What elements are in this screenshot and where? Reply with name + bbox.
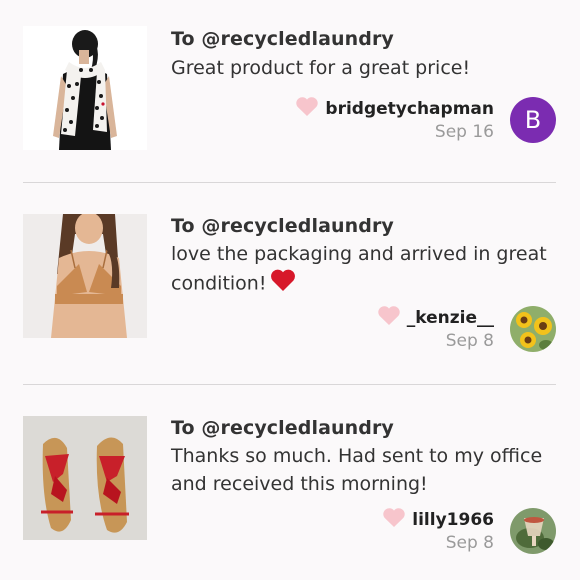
scarf-photo-icon	[23, 26, 147, 150]
divider	[23, 384, 556, 385]
sandals-thumbnail[interactable]	[23, 416, 147, 540]
sunflower-avatar-icon[interactable]	[510, 306, 556, 352]
review-text: love the packaging and arrived in great …	[171, 243, 547, 295]
review-text: Thanks so much. Had sent to my office an…	[171, 445, 543, 495]
review-date: Sep 8	[445, 331, 494, 351]
review-author: _kenzie__	[377, 305, 494, 330]
sandals-photo-icon	[23, 416, 147, 540]
review-list: To @recycledlaundry Great product for a …	[0, 0, 580, 580]
review-author: lilly1966	[382, 507, 494, 532]
bralette-thumbnail[interactable]	[23, 214, 147, 338]
heart-icon[interactable]	[295, 96, 319, 121]
review-date: Sep 8	[445, 533, 494, 553]
username-link[interactable]: lilly1966	[412, 510, 494, 530]
username-link[interactable]: bridgetychapman	[325, 99, 494, 119]
red-heart-emoji-icon	[270, 268, 296, 300]
drink-avatar-icon[interactable]	[510, 508, 556, 554]
review-date: Sep 16	[434, 122, 494, 142]
bralette-photo-icon	[23, 214, 147, 338]
recipient-heading: To @recycledlaundry	[171, 215, 394, 237]
username-link[interactable]: _kenzie__	[407, 308, 494, 328]
heart-icon[interactable]	[382, 507, 406, 532]
divider	[23, 182, 556, 183]
scarf-thumbnail[interactable]	[23, 26, 147, 150]
avatar[interactable]: B	[510, 97, 556, 143]
review-text: Great product for a great price!	[171, 57, 471, 79]
review-message: Great product for a great price!	[171, 54, 556, 82]
review-message: Thanks so much. Had sent to my office an…	[171, 442, 556, 498]
recipient-heading: To @recycledlaundry	[171, 28, 394, 50]
heart-icon[interactable]	[377, 305, 401, 330]
recipient-heading: To @recycledlaundry	[171, 417, 394, 439]
review-author: bridgetychapman	[295, 96, 494, 121]
review-message: love the packaging and arrived in great …	[171, 240, 556, 300]
